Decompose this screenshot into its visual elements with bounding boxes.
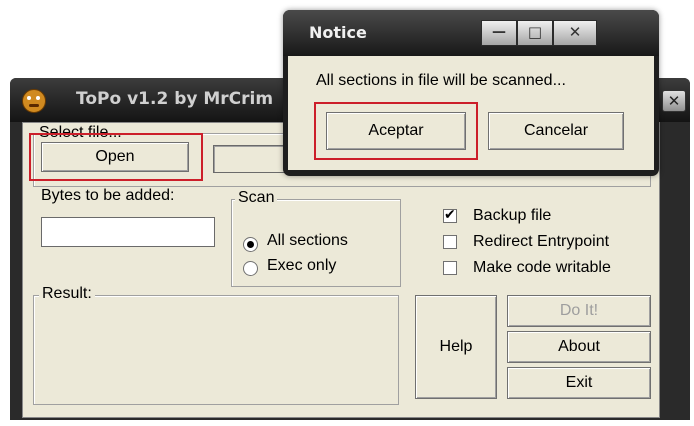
do-it-button[interactable]: Do It! — [507, 295, 651, 327]
scan-legend: Scan — [235, 189, 278, 207]
help-button[interactable]: Help — [415, 295, 497, 399]
exec-only-label: Exec only — [267, 257, 337, 274]
exec-only-radio[interactable] — [243, 261, 258, 276]
accept-button-highlight — [314, 102, 478, 160]
result-group — [33, 295, 399, 405]
all-sections-label: All sections — [267, 232, 348, 249]
notice-body: All sections in file will be scanned... … — [288, 56, 654, 170]
about-button[interactable]: About — [507, 331, 651, 363]
notice-message: All sections in file will be scanned... — [316, 72, 566, 89]
bytes-label: Bytes to be added: — [41, 187, 175, 204]
maximize-icon[interactable]: □ — [517, 20, 553, 46]
close-icon[interactable]: ✕ — [662, 90, 686, 112]
bytes-input[interactable] — [41, 217, 215, 247]
backup-file-checkbox[interactable]: ✔ — [443, 207, 457, 223]
open-button-highlight — [29, 133, 203, 181]
make-code-writable-checkbox[interactable] — [443, 261, 457, 275]
redirect-entrypoint-label: Redirect Entrypoint — [473, 233, 610, 250]
redirect-entrypoint-checkbox[interactable] — [443, 235, 457, 249]
notice-titlebar[interactable]: Notice — □ ✕ — [283, 10, 659, 56]
notice-dialog: Notice — □ ✕ All sections in file will b… — [283, 10, 659, 176]
check-icon: ✔ — [444, 207, 456, 223]
all-sections-radio[interactable] — [243, 237, 258, 252]
cancel-button[interactable]: Cancelar — [488, 112, 624, 150]
notice-title: Notice — [309, 23, 367, 42]
close-icon[interactable]: ✕ — [553, 20, 597, 46]
app-icon — [22, 89, 46, 113]
exit-button[interactable]: Exit — [507, 367, 651, 399]
make-code-writable-label: Make code writable — [473, 259, 611, 276]
backup-file-label: Backup file — [473, 207, 552, 224]
result-legend: Result: — [39, 285, 95, 303]
window-title: ToPo v1.2 by MrCrim — [76, 89, 274, 109]
minimize-icon[interactable]: — — [481, 20, 517, 46]
